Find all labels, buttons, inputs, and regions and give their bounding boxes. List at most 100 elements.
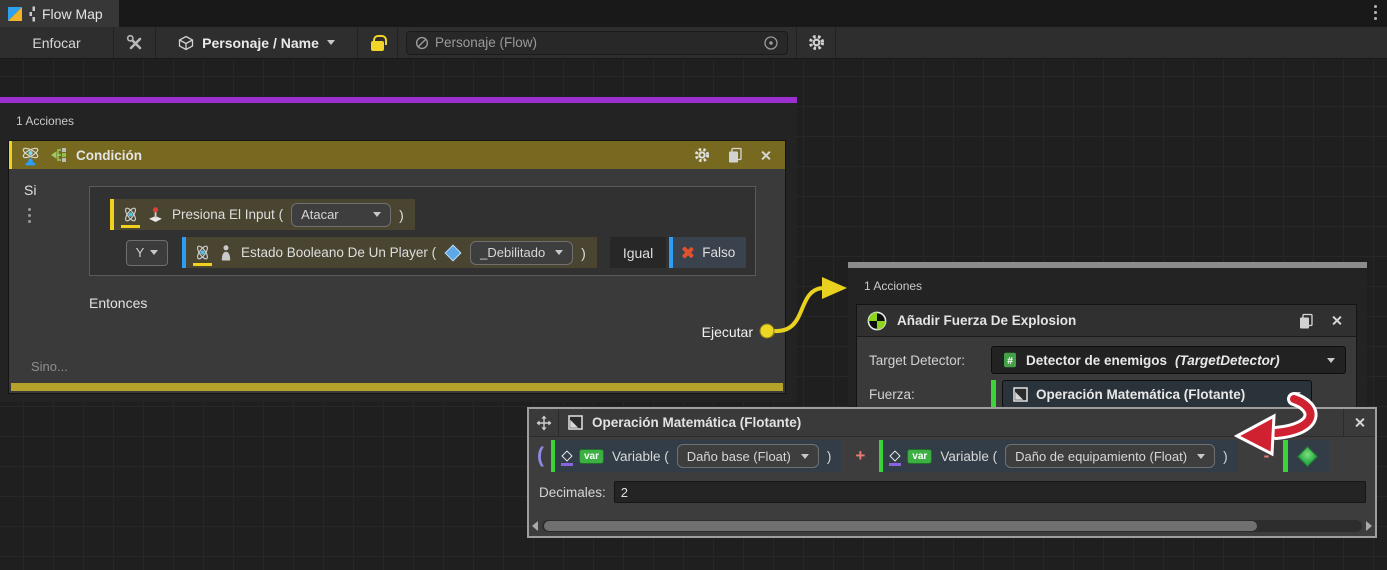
horizontal-scrollbar [532, 518, 1372, 533]
tab-flow-map[interactable]: Flow Map [0, 0, 119, 27]
chevron-down-icon [373, 212, 381, 217]
variable-dropdown-2[interactable]: Daño de equipamiento (Float) [1005, 444, 1215, 468]
and-operator-dropdown[interactable]: Y [126, 240, 168, 266]
tools-icon [126, 34, 144, 52]
condition-chip-estado-booleano[interactable]: Estado Booleano De Un Player ( _Debilita… [182, 237, 597, 268]
condition-node-header[interactable]: Condición [9, 141, 785, 169]
third-value-chip[interactable] [1283, 440, 1329, 472]
decimals-label: Decimales: [539, 485, 606, 500]
flow-map-icon [7, 6, 23, 22]
close-icon[interactable] [1331, 315, 1342, 326]
variable-chip-1[interactable]: var Variable ( Daño base (Float) ) [551, 440, 841, 472]
search-input[interactable] [435, 35, 757, 50]
input-action-dropdown[interactable]: Atacar [291, 203, 391, 227]
variable-dropdown-1[interactable]: Daño base (Float) [677, 444, 819, 468]
else-label[interactable]: Sino... [31, 359, 68, 374]
close-icon[interactable] [760, 150, 771, 161]
scrollbar-track[interactable] [542, 520, 1362, 532]
conditions-list: Presiona El Input ( Atacar ) [89, 186, 756, 276]
value-diamond-icon [891, 452, 899, 460]
value-stripe [551, 440, 555, 472]
condition-chip-presiona-input[interactable]: Presiona El Input ( Atacar ) [110, 199, 415, 230]
value-stripe [879, 440, 883, 472]
compare-value-chip[interactable]: Falso [669, 237, 746, 268]
player-icon [219, 244, 233, 261]
false-x-icon [681, 246, 694, 259]
gear-icon [808, 34, 825, 51]
decimals-input[interactable] [614, 481, 1366, 503]
branch-icon [50, 147, 68, 163]
state-machine-icon [19, 145, 42, 166]
condition-text: Presiona El Input ( [172, 207, 283, 222]
node-footer-bar [11, 383, 783, 391]
settings-button[interactable] [796, 27, 836, 58]
drag-handle-icon[interactable] [28, 208, 31, 223]
value-stripe [991, 380, 996, 408]
focus-button[interactable]: Enfocar [0, 27, 114, 58]
graph-canvas[interactable]: 1 Acciones [0, 60, 1387, 570]
field-row-fuerza: Fuerza: Operación Matemática (Flotante) [863, 380, 1346, 408]
target-object-dropdown[interactable]: Personaje / Name [156, 27, 358, 58]
tools-button[interactable] [114, 27, 156, 58]
flow-search-field[interactable] [406, 31, 788, 55]
action-node-body: Target Detector: # Detector de enemigos … [857, 337, 1356, 418]
condition-node[interactable]: Condición Si [8, 140, 786, 394]
minus-operator[interactable]: - [1264, 446, 1270, 466]
panel-close-button[interactable] [1343, 409, 1375, 436]
comparison-button[interactable]: Igual [610, 237, 666, 268]
action-node-header[interactable]: Añadir Fuerza De Explosion [857, 305, 1356, 337]
target-detector-dropdown[interactable]: # Detector de enemigos (TargetDetector) [991, 346, 1346, 374]
value-stripe [669, 237, 673, 268]
gear-icon[interactable] [694, 147, 710, 163]
condition-text: Estado Booleano De Un Player ( [241, 245, 436, 260]
panel-header: Operación Matemática (Flotante) [529, 409, 1375, 437]
chevron-down-icon [1197, 454, 1205, 459]
execute-output-port[interactable] [762, 325, 775, 338]
var-badge: var [579, 449, 604, 464]
chevron-down-icon [150, 250, 158, 255]
compare-value-label: Falso [702, 245, 735, 260]
scroll-right-icon[interactable] [1366, 521, 1372, 531]
scroll-left-icon[interactable] [532, 521, 538, 531]
chevron-down-icon [1293, 392, 1301, 397]
move-handle[interactable] [529, 409, 559, 436]
plus-operator[interactable]: + [855, 446, 865, 466]
var-badge: var [907, 449, 932, 464]
atom-icon [194, 244, 211, 261]
math-operation-icon [568, 415, 583, 430]
variable-chip-2[interactable]: var Variable ( Daño de equipamiento (Flo… [879, 440, 1237, 472]
target-picker-icon[interactable] [763, 35, 779, 51]
lock-button[interactable] [358, 27, 398, 58]
wire-arrowhead-icon [822, 277, 847, 299]
if-label: Si [24, 182, 36, 198]
move-icon [536, 415, 552, 431]
action-node[interactable]: Añadir Fuerza De Explosion Target Detect… [856, 304, 1357, 419]
window-menu-icon[interactable] [1374, 5, 1377, 20]
script-icon [415, 36, 429, 50]
duplicate-icon[interactable] [1298, 313, 1314, 329]
bool-variable-dropdown[interactable]: _Debilitado [470, 241, 573, 265]
open-paren: ( [537, 444, 544, 468]
fuerza-value-dropdown[interactable]: Operación Matemática (Flotante) [1002, 380, 1312, 408]
condition-node-body: Si [9, 169, 785, 383]
decimals-row: Decimales: [529, 475, 1375, 503]
value-diamond-icon [563, 452, 571, 460]
expression-row: ( var Variable ( Daño base (Float) ) + [529, 437, 1375, 475]
target-object-label: Personaje / Name [202, 35, 319, 51]
field-label: Fuerza: [863, 387, 991, 402]
actions-group-left: 1 Acciones [0, 97, 797, 402]
math-operation-panel: Operación Matemática (Flotante) ( var Va… [527, 407, 1377, 538]
braces-icon [29, 6, 36, 22]
chevron-down-icon [1327, 358, 1335, 363]
math-operation-icon [1013, 387, 1028, 402]
flow-map-window: Flow Map Enfocar Personaje / Name [0, 0, 1387, 570]
then-label: Entonces [89, 295, 147, 311]
close-icon [1354, 417, 1365, 428]
scrollbar-thumb[interactable] [544, 521, 1257, 531]
toolbar: Enfocar Personaje / Name [0, 27, 1387, 59]
cube-icon [178, 35, 194, 51]
chevron-down-icon [555, 250, 563, 255]
condition-node-title: Condición [76, 148, 142, 163]
duplicate-icon[interactable] [727, 147, 743, 163]
value-stripe [1283, 440, 1288, 472]
